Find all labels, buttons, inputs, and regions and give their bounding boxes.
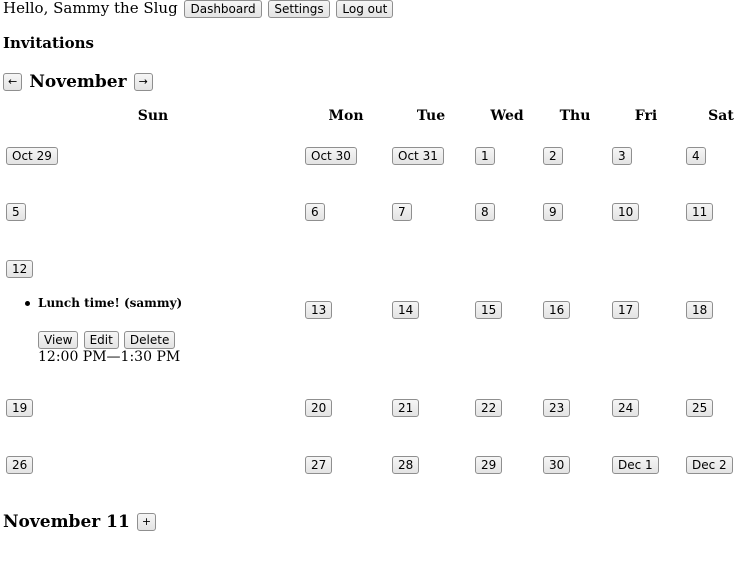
- day-button[interactable]: 12: [6, 260, 34, 278]
- day-button[interactable]: 6: [305, 203, 325, 221]
- plus-icon: +: [141, 514, 152, 528]
- day-button[interactable]: 25: [686, 399, 714, 417]
- selected-day-title: November 11: [3, 511, 130, 532]
- day-button[interactable]: 7: [392, 203, 412, 221]
- next-month-button[interactable]: →: [133, 72, 153, 91]
- logout-button[interactable]: Log out: [336, 0, 394, 18]
- event-item: Lunch time! (sammy) View Edit Delete 12:…: [25, 296, 182, 365]
- day-button[interactable]: 20: [305, 399, 333, 417]
- day-button[interactable]: 27: [305, 456, 333, 474]
- day-button[interactable]: 17: [612, 301, 640, 319]
- add-event-button[interactable]: +: [136, 512, 157, 531]
- day-button[interactable]: 22: [475, 399, 503, 417]
- event-delete-button[interactable]: Delete: [123, 331, 176, 349]
- greeting-text: Hello, Sammy the Slug: [3, 0, 178, 17]
- event-title: Lunch time! (sammy): [25, 296, 182, 310]
- day-button[interactable]: 21: [392, 399, 420, 417]
- arrow-right-icon: →: [138, 74, 148, 88]
- month-navigation: ← November →: [3, 71, 153, 92]
- day-button[interactable]: 24: [612, 399, 640, 417]
- day-button[interactable]: Dec 2: [686, 456, 733, 474]
- day-button[interactable]: 30: [543, 456, 571, 474]
- day-button[interactable]: 26: [6, 456, 34, 474]
- day-button[interactable]: 10: [612, 203, 640, 221]
- day-button[interactable]: 18: [686, 301, 714, 319]
- day-button[interactable]: 13: [305, 301, 333, 319]
- day-button[interactable]: 3: [612, 147, 632, 165]
- event-time: 12:00 PM—1:30 PM: [38, 349, 181, 365]
- month-title: November: [29, 71, 127, 92]
- day-button[interactable]: 4: [686, 147, 706, 165]
- event-actions: View Edit Delete: [38, 329, 176, 349]
- settings-button[interactable]: Settings: [268, 0, 330, 18]
- invitations-heading: Invitations: [3, 34, 94, 52]
- day-button[interactable]: 2: [543, 147, 563, 165]
- selected-day-header: November 11 +: [3, 511, 157, 532]
- day-button[interactable]: 19: [6, 399, 34, 417]
- day-button[interactable]: 23: [543, 399, 571, 417]
- day-button[interactable]: Oct 29: [6, 147, 58, 165]
- prev-month-button[interactable]: ←: [3, 72, 23, 91]
- day-button[interactable]: 8: [475, 203, 495, 221]
- day-button[interactable]: 9: [543, 203, 563, 221]
- day-button[interactable]: Dec 1: [612, 456, 659, 474]
- day-button[interactable]: 5: [6, 203, 26, 221]
- day-button[interactable]: 16: [543, 301, 571, 319]
- day-button[interactable]: 15: [475, 301, 503, 319]
- day-button[interactable]: 14: [392, 301, 420, 319]
- event-view-button[interactable]: View: [38, 331, 79, 349]
- dashboard-button[interactable]: Dashboard: [184, 0, 262, 18]
- day-button[interactable]: Oct 31: [392, 147, 444, 165]
- day-button[interactable]: 11: [686, 203, 714, 221]
- day-button[interactable]: 28: [392, 456, 420, 474]
- top-bar: Hello, Sammy the Slug Dashboard Settings…: [3, 0, 394, 18]
- arrow-left-icon: ←: [8, 74, 18, 88]
- event-edit-button[interactable]: Edit: [83, 331, 119, 349]
- day-button[interactable]: 29: [475, 456, 503, 474]
- day-button[interactable]: Oct 30: [305, 147, 357, 165]
- day-button[interactable]: 1: [475, 147, 495, 165]
